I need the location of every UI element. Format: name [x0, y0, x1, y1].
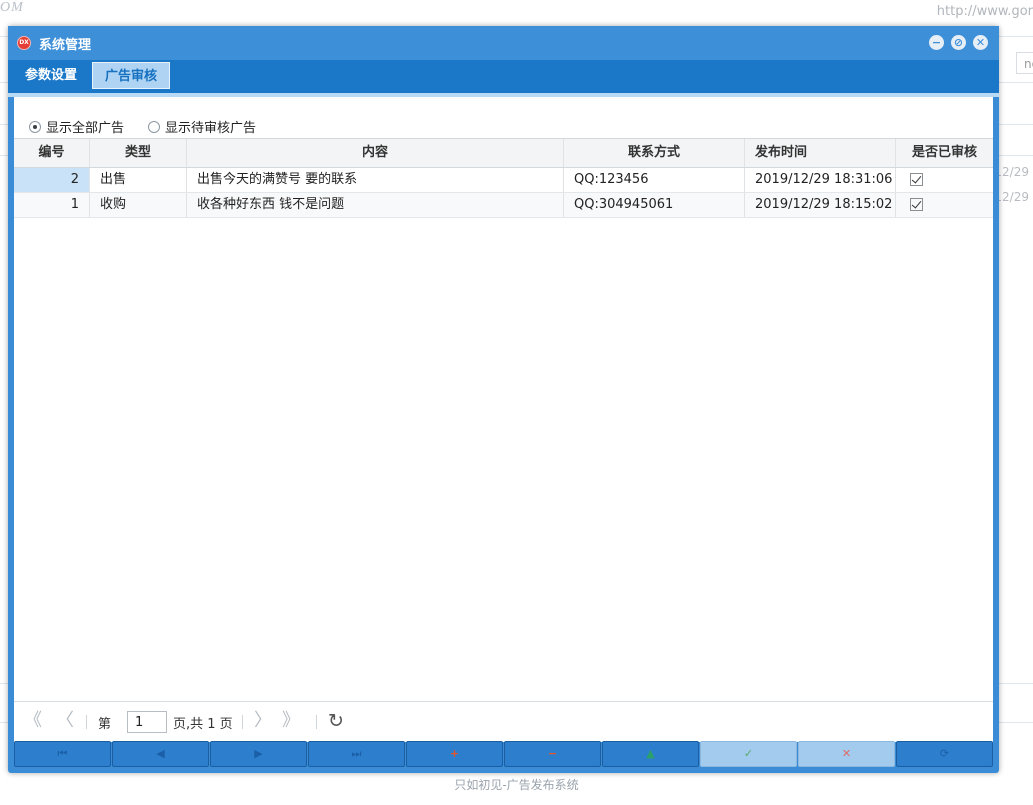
plus-icon: +: [449, 747, 460, 760]
cell-time: 2019/12/29 18:31:06: [745, 168, 896, 192]
radio-label: 显示全部广告: [46, 121, 125, 136]
minus-icon: −: [547, 747, 558, 760]
tab-parameter-settings[interactable]: 参数设置: [13, 62, 89, 89]
check-icon: ✓: [743, 747, 754, 760]
app-logo-icon: DX: [17, 36, 31, 50]
column-header-content[interactable]: 内容: [187, 139, 564, 167]
pager-divider: [242, 715, 243, 729]
first-page-icon[interactable]: 《: [24, 711, 42, 731]
column-header-contact[interactable]: 联系方式: [564, 139, 745, 167]
background-logo: OM: [0, 0, 24, 15]
cell-approved: [896, 193, 993, 217]
first-record-button[interactable]: ⏮: [14, 741, 111, 767]
page-number-input[interactable]: [127, 711, 167, 733]
close-icon[interactable]: ✕: [973, 35, 988, 50]
prev-record-button[interactable]: ◀: [112, 741, 209, 767]
tab-bar: 参数设置 广告审核: [8, 60, 999, 93]
cell-contact: QQ:304945061: [564, 193, 745, 217]
maximize-icon[interactable]: ⊘: [951, 35, 966, 50]
pager-divider: [316, 715, 317, 729]
radio-checked-icon[interactable]: [29, 120, 41, 133]
cell-approved: [896, 168, 993, 192]
last-page-icon[interactable]: 》: [282, 711, 300, 731]
prev-icon: ◀: [156, 747, 165, 760]
column-header-id[interactable]: 编号: [14, 139, 90, 167]
page-suffix: 页,共 1 页: [173, 717, 233, 732]
dialog-titlebar[interactable]: DX 系统管理 − ⊘ ✕: [8, 26, 999, 60]
background-date: 12/29: [994, 190, 1029, 204]
cell-type: 出售: [90, 168, 187, 192]
cell-content: 出售今天的满赞号 要的联系: [187, 168, 564, 192]
checkbox-checked-icon[interactable]: [910, 173, 923, 186]
last-icon: ⏭: [351, 747, 362, 760]
cell-id: 2: [14, 168, 90, 192]
prev-page-icon[interactable]: 〈: [56, 711, 74, 731]
cell-time: 2019/12/29 18:15:02: [745, 193, 896, 217]
cancel-button[interactable]: ✕: [798, 741, 895, 767]
radio-show-pending[interactable]: 显示待审核广告: [148, 117, 256, 136]
first-icon: ⏮: [57, 747, 68, 760]
delete-button[interactable]: −: [504, 741, 601, 767]
record-toolbar: ⏮ ◀ ▶ ⏭ + − ▲ ✓ ✕ ⟳: [14, 741, 993, 767]
radio-show-all[interactable]: 显示全部广告: [29, 117, 124, 136]
radio-unchecked-icon[interactable]: [148, 120, 160, 133]
refresh-button[interactable]: ⟳: [896, 741, 993, 767]
edit-button[interactable]: ▲: [602, 741, 699, 767]
footer-text: 只如初见-广告发布系统: [454, 778, 579, 792]
table-row[interactable]: 2 出售 出售今天的满赞号 要的联系 QQ:123456 2019/12/29 …: [14, 168, 993, 193]
column-header-type[interactable]: 类型: [90, 139, 187, 167]
pager-divider: [86, 715, 87, 729]
checkbox-checked-icon[interactable]: [910, 198, 923, 211]
tab-content: 显示全部广告 显示待审核广告 编号 类型 内容 联系方式 发布时间 是否已审核 …: [14, 97, 993, 742]
background-url: http://www.gor: [936, 4, 1033, 19]
refresh-icon: ⟳: [939, 747, 950, 760]
cell-type: 收购: [90, 193, 187, 217]
system-management-dialog: DX 系统管理 − ⊘ ✕ 参数设置 广告审核 显示全部广告 显示待审核广告 编…: [8, 26, 999, 773]
next-record-button[interactable]: ▶: [210, 741, 307, 767]
save-button[interactable]: ✓: [700, 741, 797, 767]
dialog-title: 系统管理: [39, 38, 92, 53]
grid-header: 编号 类型 内容 联系方式 发布时间 是否已审核: [14, 138, 993, 168]
cell-contact: QQ:123456: [564, 168, 745, 192]
last-record-button[interactable]: ⏭: [308, 741, 405, 767]
add-button[interactable]: +: [406, 741, 503, 767]
minimize-icon[interactable]: −: [929, 35, 944, 50]
tab-ad-review[interactable]: 广告审核: [92, 62, 171, 89]
x-icon: ✕: [841, 747, 852, 760]
refresh-icon[interactable]: ↻: [328, 710, 344, 732]
column-header-time[interactable]: 发布时间: [745, 139, 896, 167]
cell-content: 收各种好东西 钱不是问题: [187, 193, 564, 217]
next-page-icon[interactable]: 〉: [254, 711, 272, 731]
cell-id: 1: [14, 193, 90, 217]
caret-up-icon: ▲: [646, 747, 655, 760]
background-input[interactable]: no: [1016, 52, 1033, 74]
column-header-approved[interactable]: 是否已审核: [896, 139, 993, 167]
next-icon: ▶: [254, 747, 263, 760]
page-prefix: 第: [98, 717, 112, 732]
background-date: 12/29: [994, 165, 1029, 179]
table-row[interactable]: 1 收购 收各种好东西 钱不是问题 QQ:304945061 2019/12/2…: [14, 193, 993, 218]
radio-label: 显示待审核广告: [165, 121, 257, 136]
pagination-bar: 《 〈 第 页,共 1 页 〉 》 ↻: [14, 701, 993, 742]
